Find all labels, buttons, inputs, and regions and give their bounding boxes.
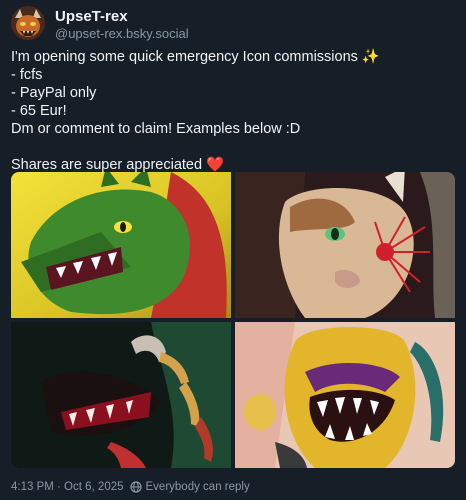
post-card: UpseT-rex @upset-rex.bsky.social I'm ope… [0,0,466,500]
author-display-name[interactable]: UpseT-rex [55,8,128,25]
author-avatar[interactable] [11,6,45,40]
image-grid [11,172,455,468]
post-line: I'm opening some quick emergency Icon co… [11,49,380,65]
post-text: I'm opening some quick emergency Icon co… [11,48,451,174]
globe-icon [129,481,142,493]
post-line: Dm or comment to claim! Examples below :… [11,121,301,137]
avatar-dragon-icon [11,6,45,40]
post-line [11,138,451,156]
image-deer-red-flower[interactable] [235,172,455,318]
post-footer: 4:13 PM · Oct 6, 2025 Everybody can repl… [11,481,250,493]
post-line: - 65 Eur! [11,103,67,119]
author-handle[interactable]: @upset-rex.bsky.social [55,26,189,41]
reply-setting-label: Everybody can reply [145,481,250,493]
image-green-dragon[interactable] [11,172,231,318]
reply-setting[interactable]: Everybody can reply [129,481,250,493]
post-line: - PayPal only [11,85,97,101]
post-line: - fcfs [11,67,43,83]
post-timestamp[interactable]: 4:13 PM · Oct 6, 2025 [11,481,124,493]
image-yellow-toothed-creature[interactable] [235,322,455,468]
image-dark-claws-creature[interactable] [11,322,231,468]
